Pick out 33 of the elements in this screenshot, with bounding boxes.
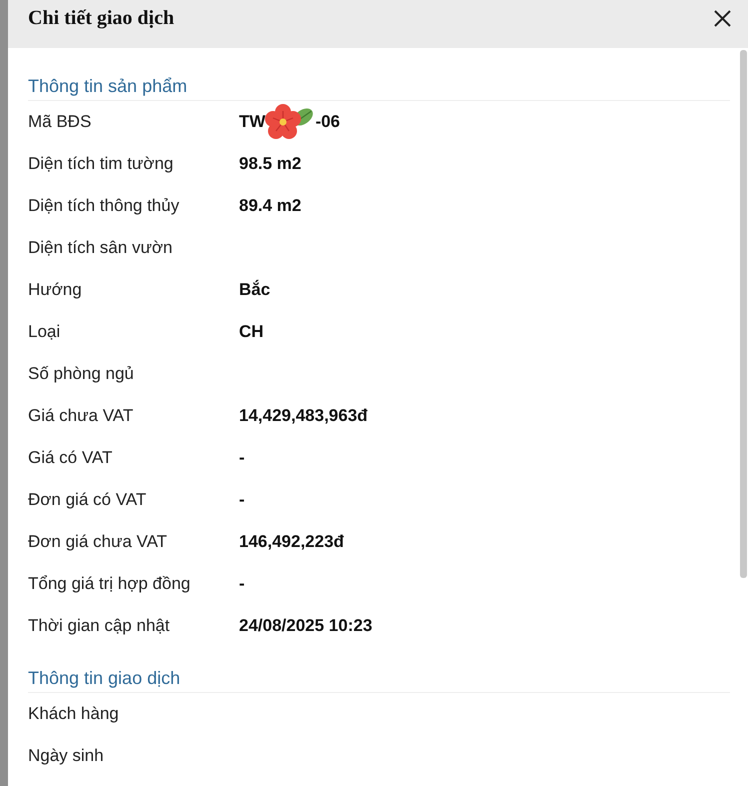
field-value: - [239, 447, 245, 470]
field-label: Loại [28, 321, 62, 344]
dialog-title: Chi tiết giao dịch [28, 6, 174, 30]
flower-icon [265, 103, 316, 141]
field-label: Hướng [28, 279, 83, 302]
field-value: Bắc [239, 278, 270, 302]
close-icon [714, 10, 730, 26]
field-value: -06 [315, 111, 340, 134]
field-label: Khách hàng [28, 703, 120, 726]
section-heading: Thông tin giao dịch [28, 667, 182, 690]
scrollbar-thumb[interactable] [740, 50, 747, 578]
field-label: Diện tích sân vườn [28, 237, 174, 260]
field-label: Số phòng ngủ [28, 363, 135, 386]
field-value: 98.5 m2 [239, 153, 302, 176]
field-value: 146,492,223đ [239, 531, 344, 554]
field-label: Diện tích thông thủy [28, 195, 180, 218]
field-label: Đơn giá có VAT [28, 489, 148, 512]
field-value: 14,429,483,963đ [239, 405, 368, 428]
field-value: 89.4 m2 [239, 195, 302, 218]
field-label: Giá có VAT [28, 447, 114, 470]
field-label: Diện tích tim tường [28, 153, 174, 176]
field-label: Giá chưa VAT [28, 405, 134, 428]
field-label: Thời gian cập nhật [28, 615, 171, 638]
field-value: - [239, 573, 245, 596]
field-value: 24/08/2025 10:23 [239, 615, 372, 638]
field-value: - [239, 489, 245, 512]
field-label: Ngày sinh [28, 745, 105, 768]
field-label: Mã BĐS [28, 111, 92, 134]
field-label: Tổng giá trị hợp đồng [28, 573, 192, 596]
field-value: CH [239, 321, 264, 344]
field-label: Đơn giá chưa VAT [28, 531, 168, 554]
field-value: TW [239, 111, 266, 134]
section-heading: Thông tin sản phẩm [28, 75, 188, 98]
